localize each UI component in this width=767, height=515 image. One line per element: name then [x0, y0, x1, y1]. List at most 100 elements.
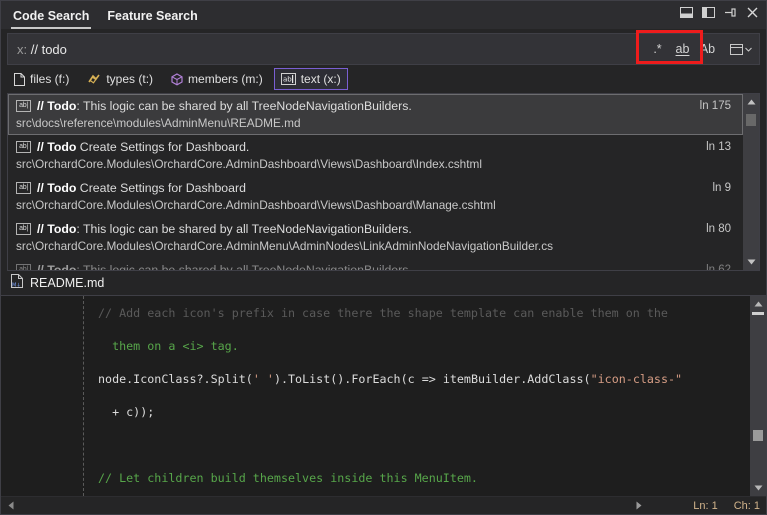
- svg-text:ab: ab: [283, 76, 292, 84]
- markdown-file-icon: M↓: [11, 273, 23, 293]
- window-controls: [679, 5, 760, 20]
- preview-file-name: README.md: [30, 276, 105, 290]
- search-query-text: // todo: [30, 41, 67, 57]
- filter-members-label: members (m:): [188, 72, 263, 86]
- results-vertical-scrollbar[interactable]: [743, 94, 759, 270]
- result-row-4-rest: : This logic can be shared by all TreeNo…: [76, 222, 412, 236]
- code-search-window: Code Search Feature Search x: // todo .*…: [0, 0, 767, 515]
- filter-types-label: types (t:): [106, 72, 154, 86]
- match-whole-word-button[interactable]: ab: [671, 38, 694, 60]
- search-options: .* ab Ab: [646, 34, 759, 64]
- tab-feature-search[interactable]: Feature Search: [105, 8, 199, 30]
- dock-bottom-icon[interactable]: [679, 5, 694, 20]
- preview-gutter: [1, 296, 43, 496]
- filter-bar: files (f:) types (t:) members (m:) ab te…: [1, 65, 766, 93]
- code-line-1: // Add each icon's prefix in case there …: [98, 305, 668, 320]
- result-row-1-rest: : This logic can be shared by all TreeNo…: [76, 99, 412, 113]
- result-row-2-match: // Todo: [37, 140, 77, 154]
- result-row-2-path: src\OrchardCore.Modules\OrchardCore.Admi…: [16, 157, 482, 171]
- ab-text-icon: ab|: [16, 223, 31, 235]
- result-row-3-path: src\OrchardCore.Modules\OrchardCore.Admi…: [16, 198, 496, 212]
- pin-icon[interactable]: [723, 5, 738, 20]
- ab-text-icon: ab|: [16, 182, 31, 194]
- close-icon[interactable]: [745, 5, 760, 20]
- result-row-5-line: ln 62: [706, 264, 731, 270]
- chevron-down-icon: [745, 47, 752, 52]
- result-row-1-line: ln 175: [699, 100, 731, 112]
- tab-feature-search-label: Feature Search: [107, 8, 198, 23]
- tab-code-search[interactable]: Code Search: [11, 8, 92, 29]
- search-input[interactable]: x: // todo: [8, 42, 646, 57]
- preview-layout-button[interactable]: [727, 38, 755, 60]
- preview-code-text[interactable]: // Add each icon's prefix in case there …: [84, 296, 750, 496]
- code-line-4: + c));: [98, 404, 155, 419]
- types-icon: [87, 73, 101, 86]
- result-row-1-title: // Todo: This logic can be shared by all…: [37, 99, 684, 113]
- result-row-3-header: ab| // Todo Create Settings for Dashboar…: [16, 181, 735, 195]
- status-column-indicator: Ch: 1: [733, 499, 760, 512]
- members-icon: [171, 72, 183, 86]
- results-viewport: ab| // Todo: This logic can be shared by…: [8, 94, 743, 270]
- result-row-5-rest: : This logic can be shared by all TreeNo…: [76, 263, 412, 270]
- status-line-indicator: Ln: 1: [693, 499, 718, 512]
- code-line-3: node.IconClass?.Split(' ').ToList().ForE…: [98, 371, 683, 386]
- filter-files[interactable]: files (f:): [7, 68, 76, 90]
- preview-vertical-scrollbar[interactable]: [750, 296, 766, 496]
- tab-code-search-label: Code Search: [13, 8, 90, 23]
- filter-types[interactable]: types (t:): [80, 68, 160, 90]
- preview-scroll-up-arrow-icon[interactable]: [750, 296, 766, 312]
- result-row-1-path: src\docs\reference\modules\AdminMenu\REA…: [16, 116, 301, 130]
- result-row-3-line: ln 9: [712, 182, 731, 194]
- filter-files-label: files (f:): [30, 72, 70, 86]
- file-icon: [14, 72, 25, 86]
- hscroll-right-arrow-icon[interactable]: [631, 498, 647, 514]
- dock-side-icon[interactable]: [701, 5, 716, 20]
- filter-text-label: text (x:): [300, 72, 341, 86]
- result-row-3-rest: Create Settings for Dashboard: [76, 181, 246, 195]
- result-row-2-rest: Create Settings for Dashboard.: [76, 140, 250, 154]
- result-row-2-title: // Todo Create Settings for Dashboard.: [37, 140, 690, 154]
- hscroll-left-arrow-icon[interactable]: [3, 498, 19, 514]
- result-row-5-match: // Todo: [37, 263, 77, 270]
- filter-members[interactable]: members (m:): [164, 68, 270, 90]
- code-preview: // Add each icon's prefix in case there …: [1, 295, 766, 496]
- svg-text:M↓: M↓: [12, 282, 21, 288]
- scroll-down-arrow-icon[interactable]: [743, 254, 759, 270]
- result-row-2[interactable]: ab| // Todo Create Settings for Dashboar…: [8, 135, 743, 176]
- scroll-up-arrow-icon[interactable]: [743, 94, 759, 110]
- preview-scroll-down-arrow-icon[interactable]: [750, 480, 766, 496]
- match-case-button[interactable]: Ab: [696, 38, 719, 60]
- result-row-4-header: ab| // Todo: This logic can be shared by…: [16, 222, 735, 236]
- preview-scroll-track[interactable]: [750, 312, 766, 480]
- result-row-3[interactable]: ab| // Todo Create Settings for Dashboar…: [8, 176, 743, 217]
- search-results-list: ab| // Todo: This logic can be shared by…: [7, 93, 760, 271]
- tab-strip: Code Search Feature Search: [11, 1, 200, 29]
- result-row-1[interactable]: ab| // Todo: This logic can be shared by…: [8, 94, 743, 135]
- search-scope-prefix: x:: [17, 41, 28, 57]
- result-row-5-header: ab| // Todo: This logic can be shared by…: [16, 263, 735, 270]
- result-row-1-header: ab| // Todo: This logic can be shared by…: [16, 99, 735, 113]
- preview-scroll-thumb[interactable]: [753, 430, 763, 441]
- ab-text-icon: ab|: [16, 100, 31, 112]
- result-row-4-match: // Todo: [37, 222, 77, 236]
- ab-text-icon: ab|: [16, 264, 31, 270]
- titlebar: Code Search Feature Search: [1, 1, 766, 29]
- result-row-1-match: // Todo: [37, 99, 77, 113]
- filter-text[interactable]: ab text (x:): [273, 68, 348, 90]
- results-scroll-track[interactable]: [743, 110, 759, 254]
- use-regex-button[interactable]: .*: [646, 38, 669, 60]
- search-bar[interactable]: x: // todo .* ab Ab: [7, 30, 760, 65]
- results-scroll-thumb[interactable]: [746, 114, 756, 126]
- result-row-2-line: ln 13: [706, 141, 731, 153]
- result-row-4[interactable]: ab| // Todo: This logic can be shared by…: [8, 217, 743, 258]
- code-line-2: them on a <i> tag.: [98, 338, 239, 353]
- result-row-3-title: // Todo Create Settings for Dashboard: [37, 181, 696, 195]
- code-line-6: // Let children build themselves inside …: [98, 470, 478, 485]
- result-row-4-line: ln 80: [706, 223, 731, 235]
- result-row-4-path: src\OrchardCore.Modules\OrchardCore.Admi…: [16, 239, 554, 253]
- text-icon: ab: [280, 73, 296, 85]
- result-row-5-title: // Todo: This logic can be shared by all…: [37, 263, 690, 270]
- preview-file-header: M↓ README.md: [1, 271, 766, 295]
- result-row-4-title: // Todo: This logic can be shared by all…: [37, 222, 690, 236]
- result-row-5[interactable]: ab| // Todo: This logic can be shared by…: [8, 258, 743, 270]
